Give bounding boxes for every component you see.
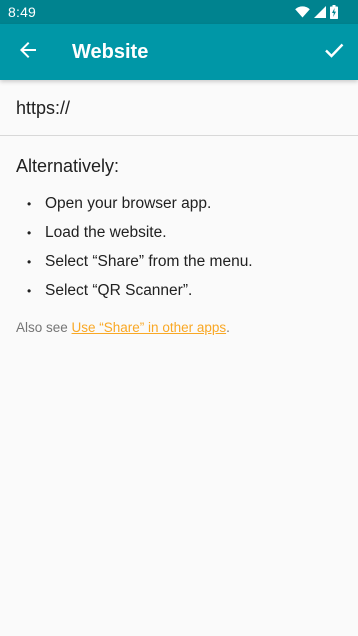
arrow-back-icon bbox=[18, 40, 38, 65]
list-item: • Open your browser app. bbox=[16, 194, 342, 214]
instructions: Alternatively: • Open your browser app. … bbox=[16, 152, 342, 337]
bullet: • bbox=[27, 197, 32, 211]
page-title: Website bbox=[72, 41, 149, 63]
list-item: • Select “Share” from the menu. bbox=[16, 252, 342, 272]
bullet: • bbox=[27, 284, 32, 298]
also-see-prefix: Also see bbox=[16, 320, 72, 335]
instructions-heading: Alternatively: bbox=[16, 156, 120, 176]
step-text: Select “QR Scanner”. bbox=[45, 282, 193, 299]
also-see-suffix: . bbox=[226, 320, 230, 335]
bullet: • bbox=[27, 255, 32, 269]
share-help-link[interactable]: Use “Share” in other apps bbox=[72, 320, 227, 335]
confirm-button[interactable] bbox=[310, 28, 358, 76]
step-text: Open your browser app. bbox=[45, 195, 212, 212]
battery-charging-icon bbox=[330, 5, 338, 19]
step-text: Load the website. bbox=[45, 224, 167, 241]
cell-signal-icon bbox=[314, 6, 326, 18]
status-bar: 8:49 bbox=[0, 0, 358, 24]
app-bar: Website bbox=[0, 24, 358, 80]
list-item: • Load the website. bbox=[16, 223, 342, 243]
url-input[interactable] bbox=[16, 94, 336, 122]
url-field bbox=[0, 80, 358, 136]
bullet: • bbox=[27, 226, 32, 240]
wifi-icon bbox=[295, 6, 310, 18]
status-icons bbox=[295, 5, 338, 19]
steps-list: • Open your browser app. • Load the webs… bbox=[16, 194, 342, 301]
list-item: • Select “QR Scanner”. bbox=[16, 281, 342, 301]
back-button[interactable] bbox=[4, 28, 52, 76]
also-see-text: Also see Use “Share” in other apps. bbox=[16, 319, 342, 337]
check-icon bbox=[323, 39, 345, 66]
step-text: Select “Share” from the menu. bbox=[45, 253, 253, 270]
status-time: 8:49 bbox=[8, 4, 37, 20]
